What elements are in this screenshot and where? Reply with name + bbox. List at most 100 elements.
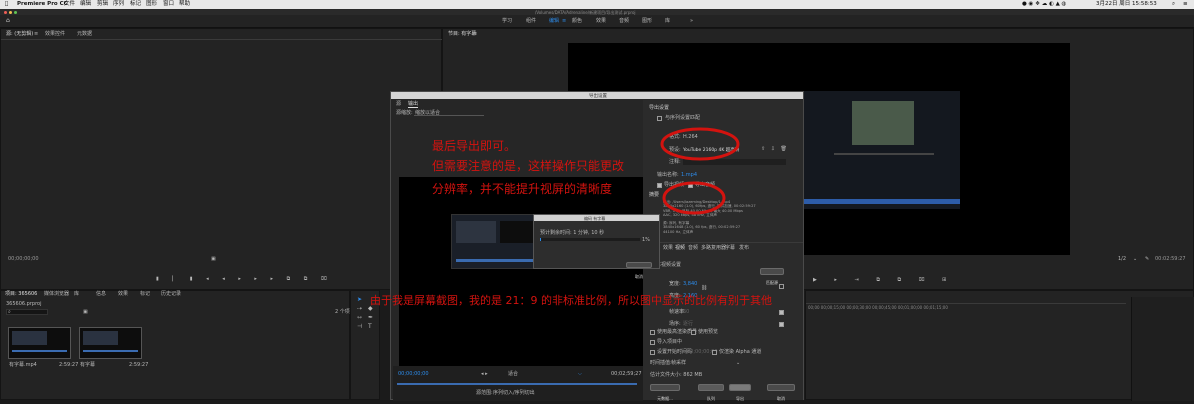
width-override-checkbox[interactable] (779, 284, 784, 289)
thumbnail-clip-1[interactable] (8, 327, 71, 359)
use-preview-checkbox[interactable] (691, 330, 696, 335)
workspace-tab-learn[interactable]: 学习 (502, 19, 512, 24)
tab-multiplexer[interactable]: 多路复用器 (701, 246, 726, 251)
tab-project[interactable]: 项目: 365606 (5, 292, 37, 297)
ripple-edit-tool-icon[interactable]: ⇿ (357, 315, 362, 321)
encoding-progress-fill (540, 238, 541, 241)
project-search-input[interactable]: ⌕ (6, 309, 48, 315)
zoom-window-icon[interactable] (14, 10, 17, 14)
queue-button[interactable]: 队列 (698, 384, 724, 401)
workspace-tab-color[interactable]: 颜色 (572, 19, 582, 24)
more-workspaces-icon[interactable]: » (690, 19, 693, 24)
export-in-timecode[interactable]: 00;00;00;00 (398, 372, 429, 377)
playhead-icon[interactable]: ⌵ (578, 372, 582, 377)
width-value[interactable]: 3,840 (683, 282, 697, 287)
program-fit[interactable]: 1/2 (1118, 257, 1126, 262)
workspace-tab-libraries[interactable]: 库 (665, 19, 670, 24)
selection-tool-icon[interactable]: ➤ (357, 297, 362, 303)
menu-file[interactable]: 文件 (64, 1, 75, 8)
export-button[interactable]: 导出 (729, 384, 751, 401)
pen-tool-icon[interactable]: ✒ (368, 315, 373, 321)
tab-source-menu-icon[interactable]: ≡ (34, 32, 38, 37)
type-tool-icon[interactable]: T (368, 324, 372, 330)
tab-effects-settings[interactable]: 效果 (663, 246, 673, 251)
cancel-button[interactable]: 取消 (767, 384, 795, 401)
tab-markers[interactable]: 标记 (140, 292, 150, 297)
alpha-only-checkbox[interactable] (712, 350, 717, 355)
time-interp-value[interactable]: 帧采样 (671, 361, 686, 366)
dialog-titlebar: 导出设置 (391, 92, 803, 99)
tab-source-export[interactable]: 源 (396, 102, 401, 107)
tab-media-browser[interactable]: 媒体浏览器 (44, 292, 69, 297)
menu-marker[interactable]: 标记 (130, 1, 141, 8)
workspace-tab-graphics[interactable]: 图形 (642, 19, 652, 24)
preview-nested-frame-2 (500, 221, 534, 243)
tab-video-settings[interactable]: 视频 (675, 246, 685, 251)
menu-sequence[interactable]: 序列 (113, 1, 124, 8)
menu-window[interactable]: 窗口 (163, 1, 174, 8)
tab-effect-controls[interactable]: 效果控件 (45, 32, 65, 37)
import-project-checkbox[interactable] (650, 340, 655, 345)
export-range-bar[interactable] (397, 383, 637, 385)
tab-effects[interactable]: 效果 (118, 292, 128, 297)
match-source-button[interactable]: 匹配源 (760, 268, 784, 285)
workspace-tab-assembly[interactable]: 组件 (526, 19, 536, 24)
control-center-icon[interactable]: ≡ (1183, 1, 1188, 8)
program-menu-icon[interactable]: ≡ (473, 32, 477, 37)
workspace-menu-icon[interactable]: ≡ (562, 19, 566, 24)
track-select-tool-icon[interactable]: ⇢ (357, 306, 362, 312)
tab-metadata[interactable]: 元数据 (77, 32, 92, 37)
source-range-value[interactable]: 序列切入/序列切出 (493, 391, 535, 396)
export-label: 导出 (736, 396, 744, 401)
app-name-menu[interactable]: Premiere Pro CC (17, 1, 68, 8)
wrench-icon[interactable]: ✎ (1145, 257, 1149, 262)
metadata-button[interactable]: 元数据... (650, 384, 680, 401)
apple-icon[interactable]:  (5, 1, 8, 8)
time-interp-label: 时间插值: (650, 360, 672, 366)
tab-source[interactable]: 源: (无剪辑) (6, 32, 33, 37)
chevron-down-icon[interactable]: ⌄ (736, 361, 740, 366)
tab-libraries[interactable]: 库 (74, 292, 79, 297)
minimize-window-icon[interactable] (9, 10, 12, 14)
alpha-only-label: 仅渲染 Alpha 通道 (719, 349, 762, 355)
program-transport-controls[interactable]: ▶ ▸ ⇥ ⧉ ⧉ ⌧ ⊞ (813, 278, 954, 283)
tab-output-export[interactable]: 输出 (408, 102, 419, 108)
workspace-tab-effects[interactable]: 效果 (596, 19, 606, 24)
thumbnail-bar (12, 350, 67, 352)
new-bin-icon[interactable]: ▣ (83, 310, 88, 315)
slip-tool-icon[interactable]: ⊣ (357, 324, 362, 330)
source-scaling-select[interactable]: 缩放以适合 (414, 110, 484, 116)
framerate-checkbox[interactable] (779, 310, 784, 315)
source-transport-controls[interactable]: ▮ ▏ ▮ ◂ ◂ ▸ ▸ ▸ ⧉ ⧉ ⌧ (156, 277, 333, 282)
export-mark-icons[interactable]: ◂ ▸ (481, 372, 488, 377)
sequence-1-name: 有字幕 (80, 362, 96, 368)
menu-help[interactable]: 帮助 (179, 1, 190, 8)
field-order-checkbox[interactable] (779, 322, 784, 327)
menu-edit[interactable]: 编辑 (80, 1, 91, 8)
tab-info[interactable]: 信息 (96, 292, 106, 297)
fit-select[interactable]: 适合 (508, 372, 518, 377)
tab-publish[interactable]: 发布 (739, 246, 749, 251)
max-render-checkbox[interactable] (650, 330, 655, 335)
tab-audio-settings[interactable]: 音频 (688, 246, 698, 251)
workspace-tab-editing[interactable]: 编辑 (549, 19, 559, 24)
search-icon[interactable]: ⌕ (1172, 1, 1175, 8)
source-timecode[interactable]: 00;00;00;00 (8, 257, 39, 262)
source-settings-icon[interactable]: ▣ (211, 257, 216, 262)
encoding-cancel-button[interactable]: 取消 (626, 262, 652, 279)
close-window-icon[interactable] (4, 10, 7, 14)
tab-captions[interactable]: 字幕 (725, 246, 735, 251)
tab-history[interactable]: 历史记录 (161, 292, 181, 297)
field-order-value[interactable]: 逐行 (683, 322, 693, 327)
preview-line (834, 153, 934, 155)
thumbnail-sequence-1[interactable] (79, 327, 142, 359)
home-icon[interactable]: ⌂ (6, 18, 10, 24)
menu-graphics[interactable]: 图形 (146, 1, 157, 8)
start-timecode-checkbox[interactable] (650, 350, 655, 355)
export-out-timecode: 00;02;59;27 (611, 371, 642, 377)
link-icon[interactable]: ⛓ (701, 286, 707, 291)
workspace-tab-audio[interactable]: 音频 (619, 19, 629, 24)
menu-clip[interactable]: 剪辑 (97, 1, 108, 8)
framerate-value[interactable]: 60 (683, 310, 689, 315)
chevron-down-icon[interactable]: ⌄ (1133, 257, 1137, 262)
